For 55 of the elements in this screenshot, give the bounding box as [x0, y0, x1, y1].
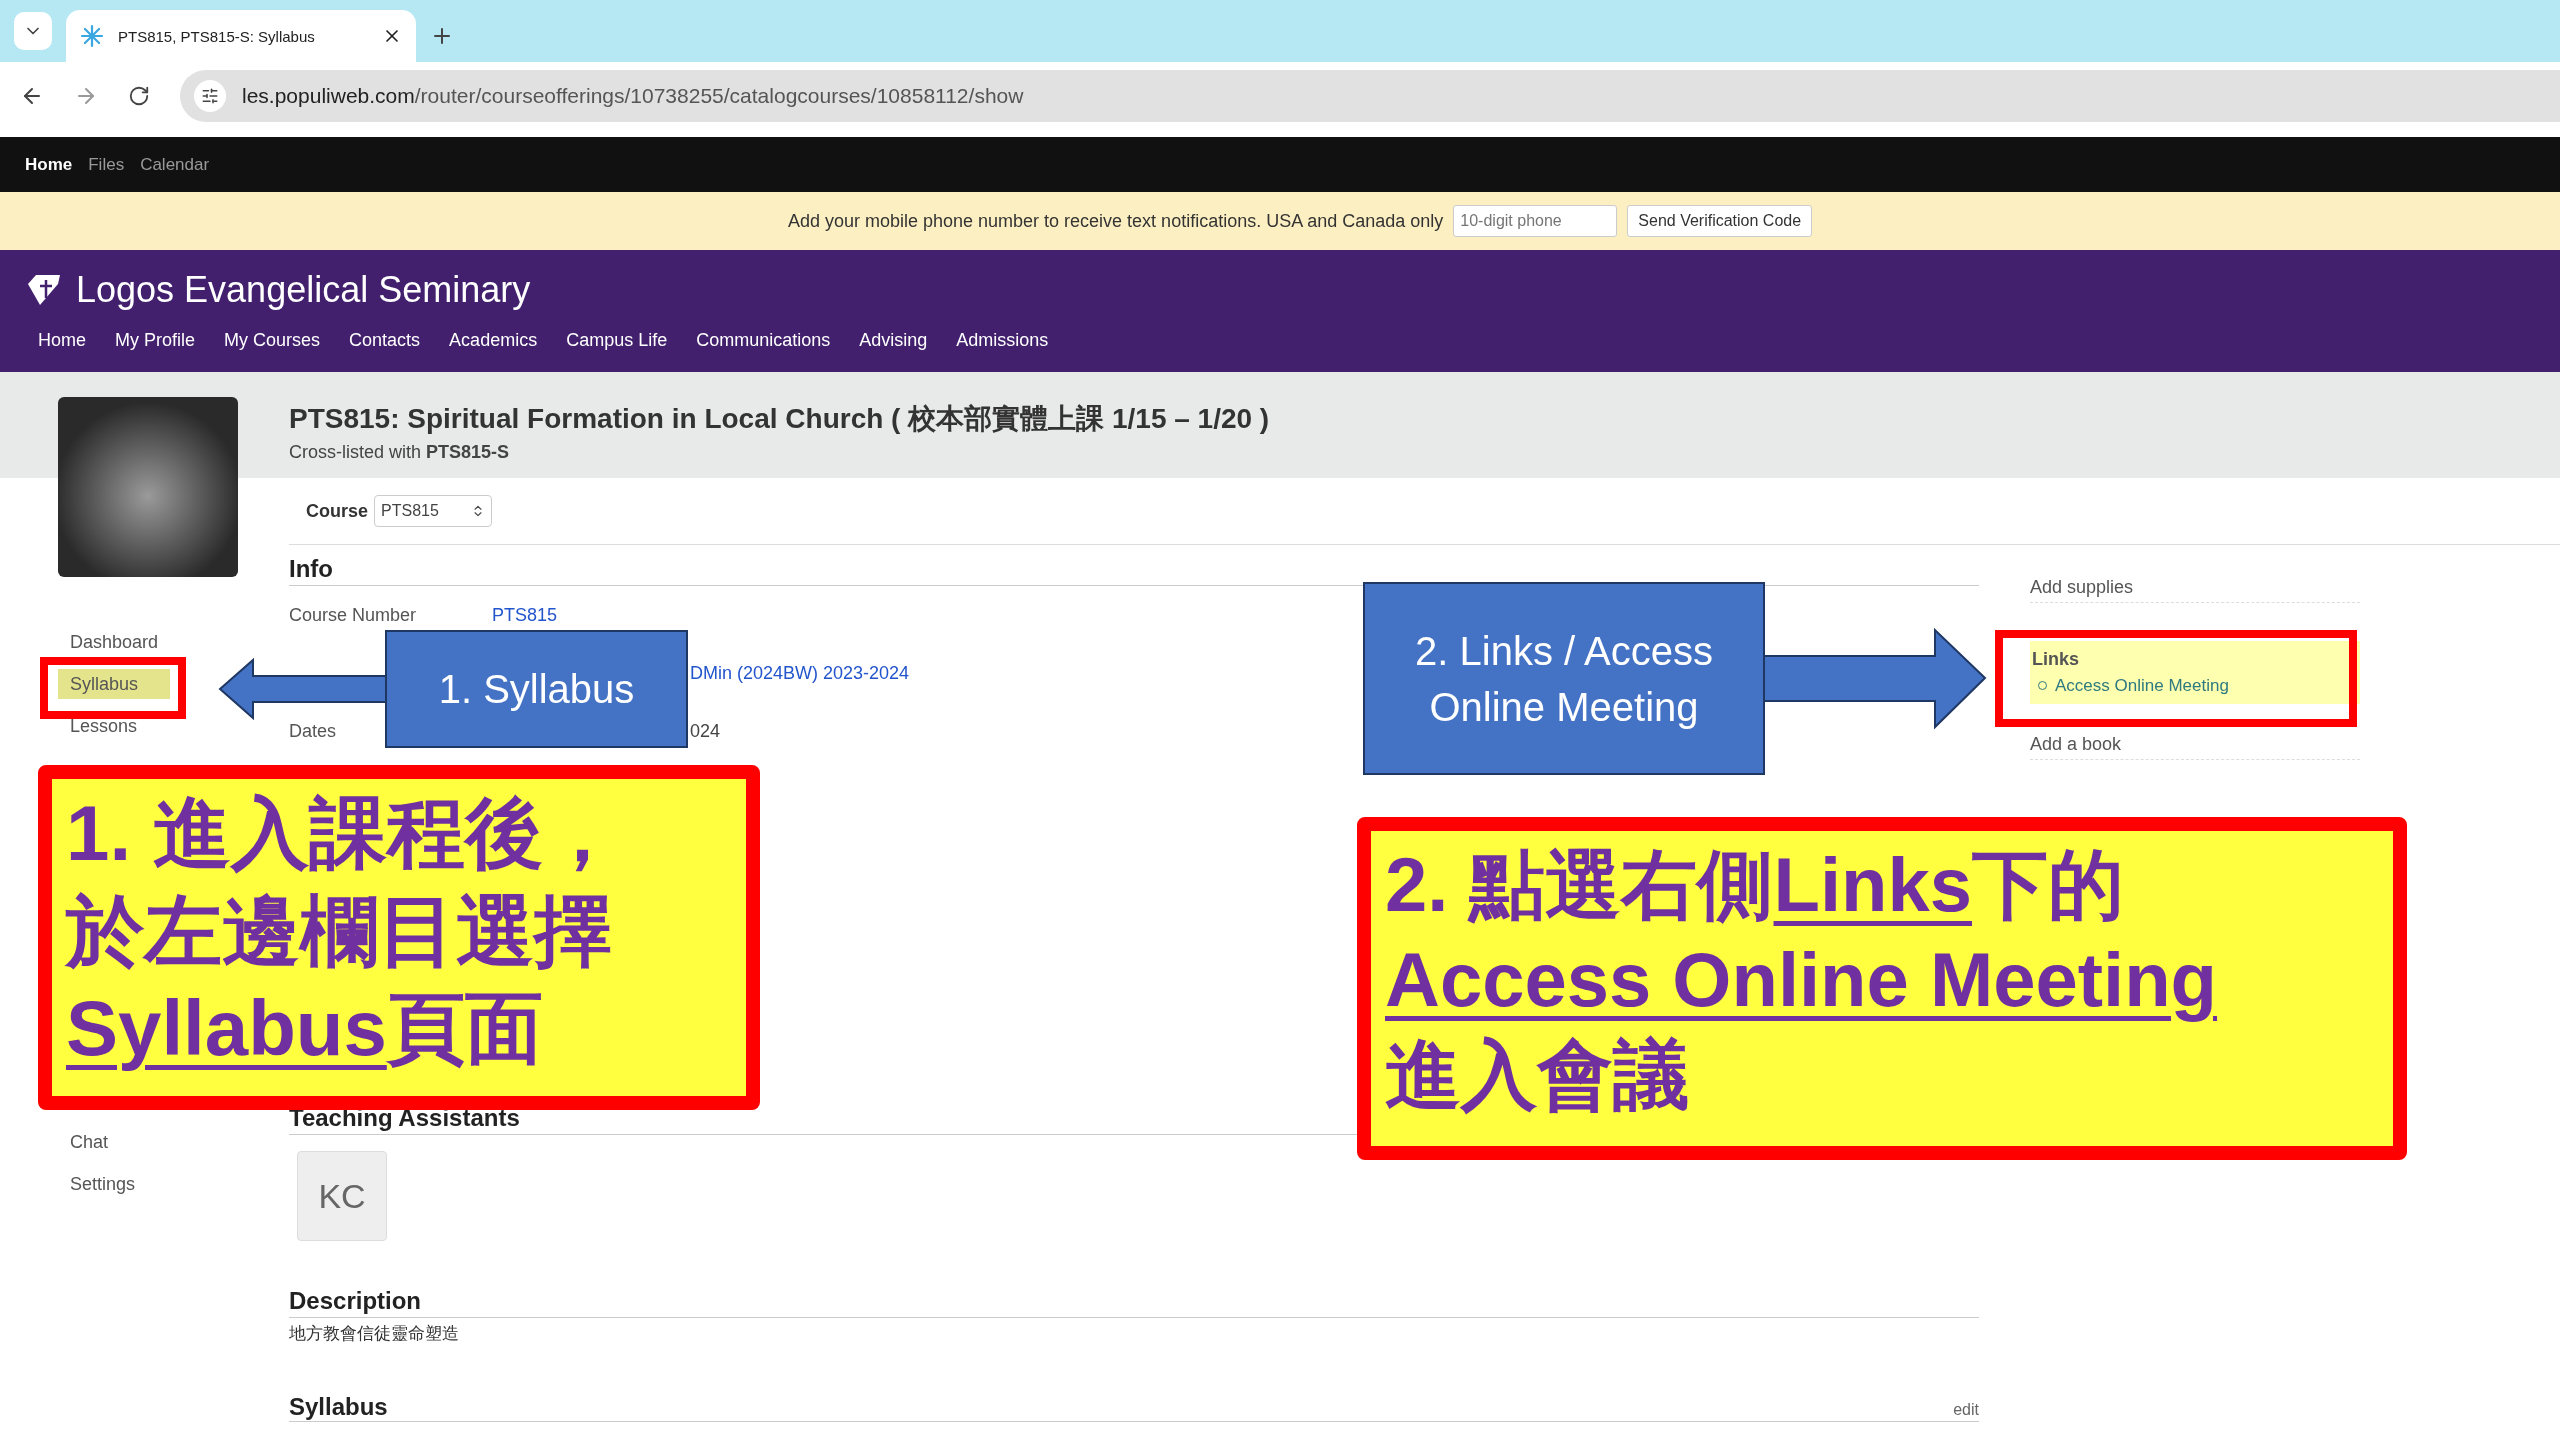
section-heading: Description	[289, 1287, 1979, 1318]
top-nav-link[interactable]: Home	[25, 154, 73, 175]
reload-icon[interactable]	[128, 85, 150, 107]
snowflake-icon	[80, 24, 104, 48]
sidebar-item[interactable]: Settings	[58, 1169, 136, 1199]
sidebar-item[interactable]: Lessons	[58, 711, 138, 741]
brand-name: Logos Evangelical Seminary	[76, 269, 531, 311]
url-text: les.populiweb.com/router/courseofferings/10738255/catalogcourses/10858112/show	[242, 84, 1024, 108]
section-heading: Syllabus	[289, 1393, 388, 1421]
sidebar-item[interactable]: Chat	[58, 1127, 109, 1157]
callout-label: 1. Syllabus	[385, 630, 688, 748]
chevrons-up-down-icon	[471, 504, 485, 518]
meeting-link[interactable]: Access Online Meeting	[2038, 676, 2229, 696]
course-label: Course	[306, 500, 368, 522]
main-nav-link[interactable]: My Courses	[224, 330, 321, 351]
main-nav-link[interactable]: Campus Life	[566, 330, 668, 351]
avatar-initials: KC	[297, 1151, 387, 1241]
phone-input[interactable]: 10-digit phone	[1453, 205, 1618, 237]
sidebar-item[interactable]: Syllabus	[58, 669, 170, 699]
description-text: 地方教會信徒靈命塑造	[289, 1323, 460, 1345]
cross-listed-text: Cross-listed with PTS815-S	[289, 442, 511, 463]
course-select[interactable]: PTS815	[374, 495, 492, 527]
annotation-text: Access Online Meeting	[1385, 936, 2219, 1024]
main-nav-link[interactable]: Communications	[696, 330, 831, 351]
address-bar[interactable]: les.populiweb.com/router/courseofferings/10738255/catalogcourses/10858112/show	[180, 70, 2560, 122]
main-nav-link[interactable]: Admissions	[956, 330, 1049, 351]
annotation-text: Syllabus頁面	[66, 983, 544, 1074]
edit-link[interactable]: edit	[1953, 1401, 1979, 1419]
sliders-icon	[201, 87, 219, 105]
top-nav-link[interactable]: Files	[88, 154, 125, 175]
field-link[interactable]: DMin (2024BW) 2023-2024	[690, 662, 910, 684]
course-title: PTS815: Spiritual Formation in Local Church ( 校本部實體上課 1/15 – 1/20 )	[289, 402, 1271, 436]
annotation-text: 2. 點選右側Links下的	[1385, 841, 2125, 929]
main-nav-link[interactable]: My Profile	[115, 330, 196, 351]
sidebar-item[interactable]: Dashboard	[58, 627, 159, 657]
top-nav-link[interactable]: Calendar	[140, 154, 210, 175]
field-value: 024	[690, 720, 721, 742]
browser-tab[interactable]: PTS815, PTS815-S: Syllabus	[66, 10, 416, 62]
annotation-text: 1. 進入課程後，	[66, 788, 622, 879]
field-label: Course Number	[289, 604, 418, 626]
links-heading: Links	[2032, 649, 2080, 670]
send-code-button[interactable]: Send Verification Code	[1627, 205, 1813, 237]
callout-label: 2. Links / Access Online Meeting	[1363, 582, 1765, 775]
main-nav-link[interactable]: Advising	[859, 330, 928, 351]
main-nav-link[interactable]: Academics	[449, 330, 538, 351]
add-book-link[interactable]: Add a book	[2030, 730, 2360, 760]
site-settings-button[interactable]	[194, 80, 226, 112]
notice-text: Add your mobile phone number to receive text notifications. USA and Canada only	[787, 210, 1444, 232]
add-supplies-link[interactable]: Add supplies	[2030, 573, 2360, 603]
field-label: Dates	[289, 720, 338, 742]
main-nav-link[interactable]: Home	[38, 330, 86, 351]
tab-title: PTS815, PTS815-S: Syllabus	[118, 27, 316, 45]
main-nav-link[interactable]: Contacts	[349, 330, 421, 351]
field-link[interactable]: PTS815	[492, 604, 558, 626]
annotation-text: 於左邊欄目選擇	[66, 885, 613, 977]
